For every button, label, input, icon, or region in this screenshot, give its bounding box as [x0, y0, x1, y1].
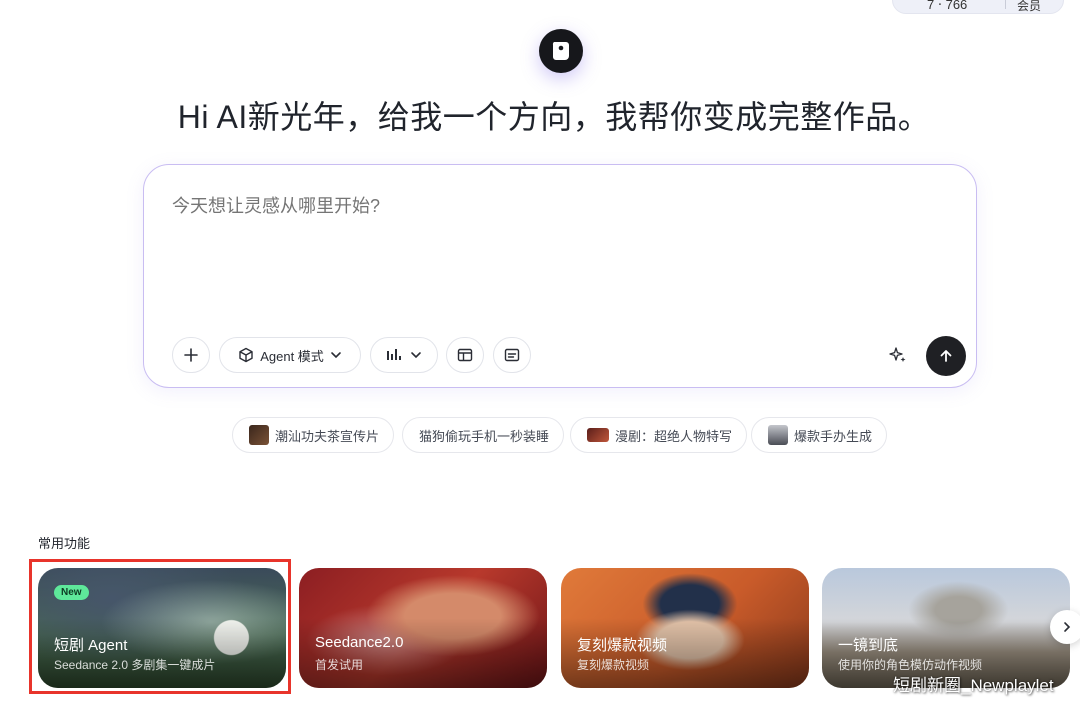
- chevron-down-icon: [411, 352, 421, 359]
- model-select-dropdown[interactable]: [370, 337, 438, 373]
- card-title: Seedance2.0: [315, 634, 404, 651]
- section-title: 常用功能: [38, 536, 91, 551]
- plus-icon: [184, 348, 198, 362]
- bar-chart-icon: [387, 349, 401, 360]
- card-title: 一镜到底: [838, 637, 899, 654]
- watermark-text: 短剧新圈_Newplaylet: [893, 676, 1054, 695]
- subtitle-button[interactable]: [493, 337, 531, 373]
- credits-value: 7 ‧ 766: [927, 0, 968, 12]
- chip-thumbnail: [249, 425, 269, 445]
- cube-icon: [239, 347, 253, 363]
- chip-thumbnail: [587, 428, 609, 442]
- feature-card-remake-viral[interactable]: 复刻爆款视频 复刻爆款视频: [561, 568, 809, 688]
- carousel-next-button[interactable]: [1050, 610, 1080, 644]
- pill-divider: [1005, 0, 1006, 9]
- feature-card-one-take[interactable]: 一镜到底 使用你的角色模仿动作视频: [822, 568, 1070, 688]
- chevron-down-icon: [330, 352, 341, 359]
- prompt-composer: Agent 模式: [143, 164, 977, 388]
- inspire-button[interactable]: [886, 343, 910, 367]
- chip-label: 猫狗偷玩手机一秒装睡: [419, 428, 550, 444]
- credits-pill[interactable]: 7 ‧ 766 会员: [892, 0, 1064, 14]
- chevron-right-icon: [1064, 622, 1071, 632]
- app-logo-icon: [539, 29, 583, 73]
- subtitle-icon: [504, 348, 520, 362]
- highlight-box: [29, 559, 291, 694]
- arrow-up-icon: [940, 350, 952, 362]
- suggestion-chip[interactable]: 潮汕功夫茶宣传片: [232, 417, 395, 453]
- add-attachment-button[interactable]: [172, 337, 210, 373]
- layout-button[interactable]: [446, 337, 484, 373]
- card-title: 复刻爆款视频: [577, 637, 668, 654]
- membership-label[interactable]: 会员: [1017, 0, 1041, 14]
- agent-mode-label: Agent 模式: [260, 348, 324, 364]
- chip-label: 爆款手办生成: [794, 428, 873, 444]
- agent-mode-dropdown[interactable]: Agent 模式: [219, 337, 361, 373]
- chip-thumbnail: [768, 425, 788, 445]
- card-subtitle: 复刻爆款视频: [577, 658, 650, 672]
- feature-card-seedance[interactable]: Seedance2.0 首发试用: [299, 568, 547, 688]
- chip-label: 漫剧：超绝人物特写: [615, 428, 733, 444]
- send-button[interactable]: [926, 336, 966, 376]
- chip-label: 潮汕功夫茶宣传片: [275, 428, 380, 444]
- layout-icon: [457, 348, 473, 362]
- hero-headline: Hi AI新光年，给我一个方向，我帮你变成完整作品。: [177, 99, 931, 135]
- sparkle-icon: [889, 347, 906, 362]
- suggestion-chip[interactable]: 漫剧：超绝人物特写: [570, 417, 748, 453]
- prompt-input[interactable]: [170, 195, 934, 218]
- suggestion-chip[interactable]: 猫狗偷玩手机一秒装睡: [402, 417, 565, 453]
- suggestion-chip[interactable]: 爆款手办生成: [751, 417, 888, 453]
- card-subtitle: 首发试用: [315, 658, 364, 672]
